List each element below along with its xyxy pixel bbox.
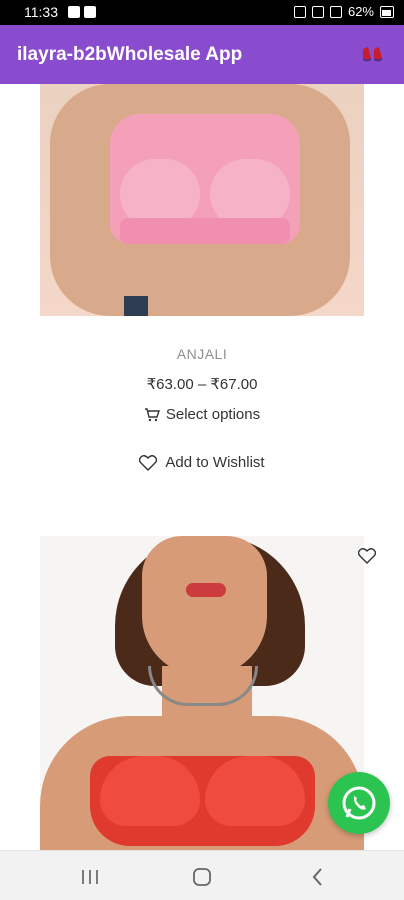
wifi-icon xyxy=(311,5,324,18)
logo-icon xyxy=(363,47,382,62)
product-title[interactable]: ANJALI xyxy=(0,346,404,362)
notification-icons xyxy=(68,6,96,18)
app-title: ilayra-b2bWholesale App xyxy=(17,44,243,65)
red-bra-graphic xyxy=(90,756,315,846)
select-options-label: Select options xyxy=(165,406,261,423)
status-bar: 11:33 62% xyxy=(0,0,404,25)
status-time: 11:33 xyxy=(24,4,58,20)
image-notification-icon xyxy=(68,6,80,18)
cart-icon xyxy=(144,407,160,421)
gallery-notification-icon xyxy=(84,6,96,18)
back-icon[interactable] xyxy=(306,865,330,889)
product-image-anjali[interactable] xyxy=(40,84,364,316)
product-list[interactable]: ANJALI ₹63.00 – ₹67.00 Select options Ad… xyxy=(0,84,404,850)
product-image-red-bra[interactable] xyxy=(40,536,364,850)
app-bar: ilayra-b2bWholesale App xyxy=(0,25,404,84)
wishlist-heart-icon[interactable] xyxy=(358,547,376,565)
select-options-button[interactable]: Select options xyxy=(144,406,260,423)
recents-icon[interactable] xyxy=(78,865,102,889)
system-navigation-bar xyxy=(0,850,404,900)
system-icons: 62% xyxy=(293,4,394,19)
signal-icon xyxy=(329,5,342,18)
wishlist-label: Add to Wishlist xyxy=(165,454,265,471)
heart-icon xyxy=(139,454,158,471)
alarm-icon xyxy=(293,5,306,18)
whatsapp-icon xyxy=(342,786,376,820)
pink-bra-graphic xyxy=(110,114,300,244)
battery-icon xyxy=(380,5,394,18)
product-price: ₹63.00 – ₹67.00 xyxy=(146,376,258,393)
add-to-wishlist-button[interactable]: Add to Wishlist xyxy=(0,454,404,471)
home-icon[interactable] xyxy=(190,865,214,889)
battery-percent: 62% xyxy=(347,4,374,19)
whatsapp-button[interactable] xyxy=(328,772,390,834)
product-info: ANJALI ₹63.00 – ₹67.00 Select options xyxy=(0,346,404,427)
